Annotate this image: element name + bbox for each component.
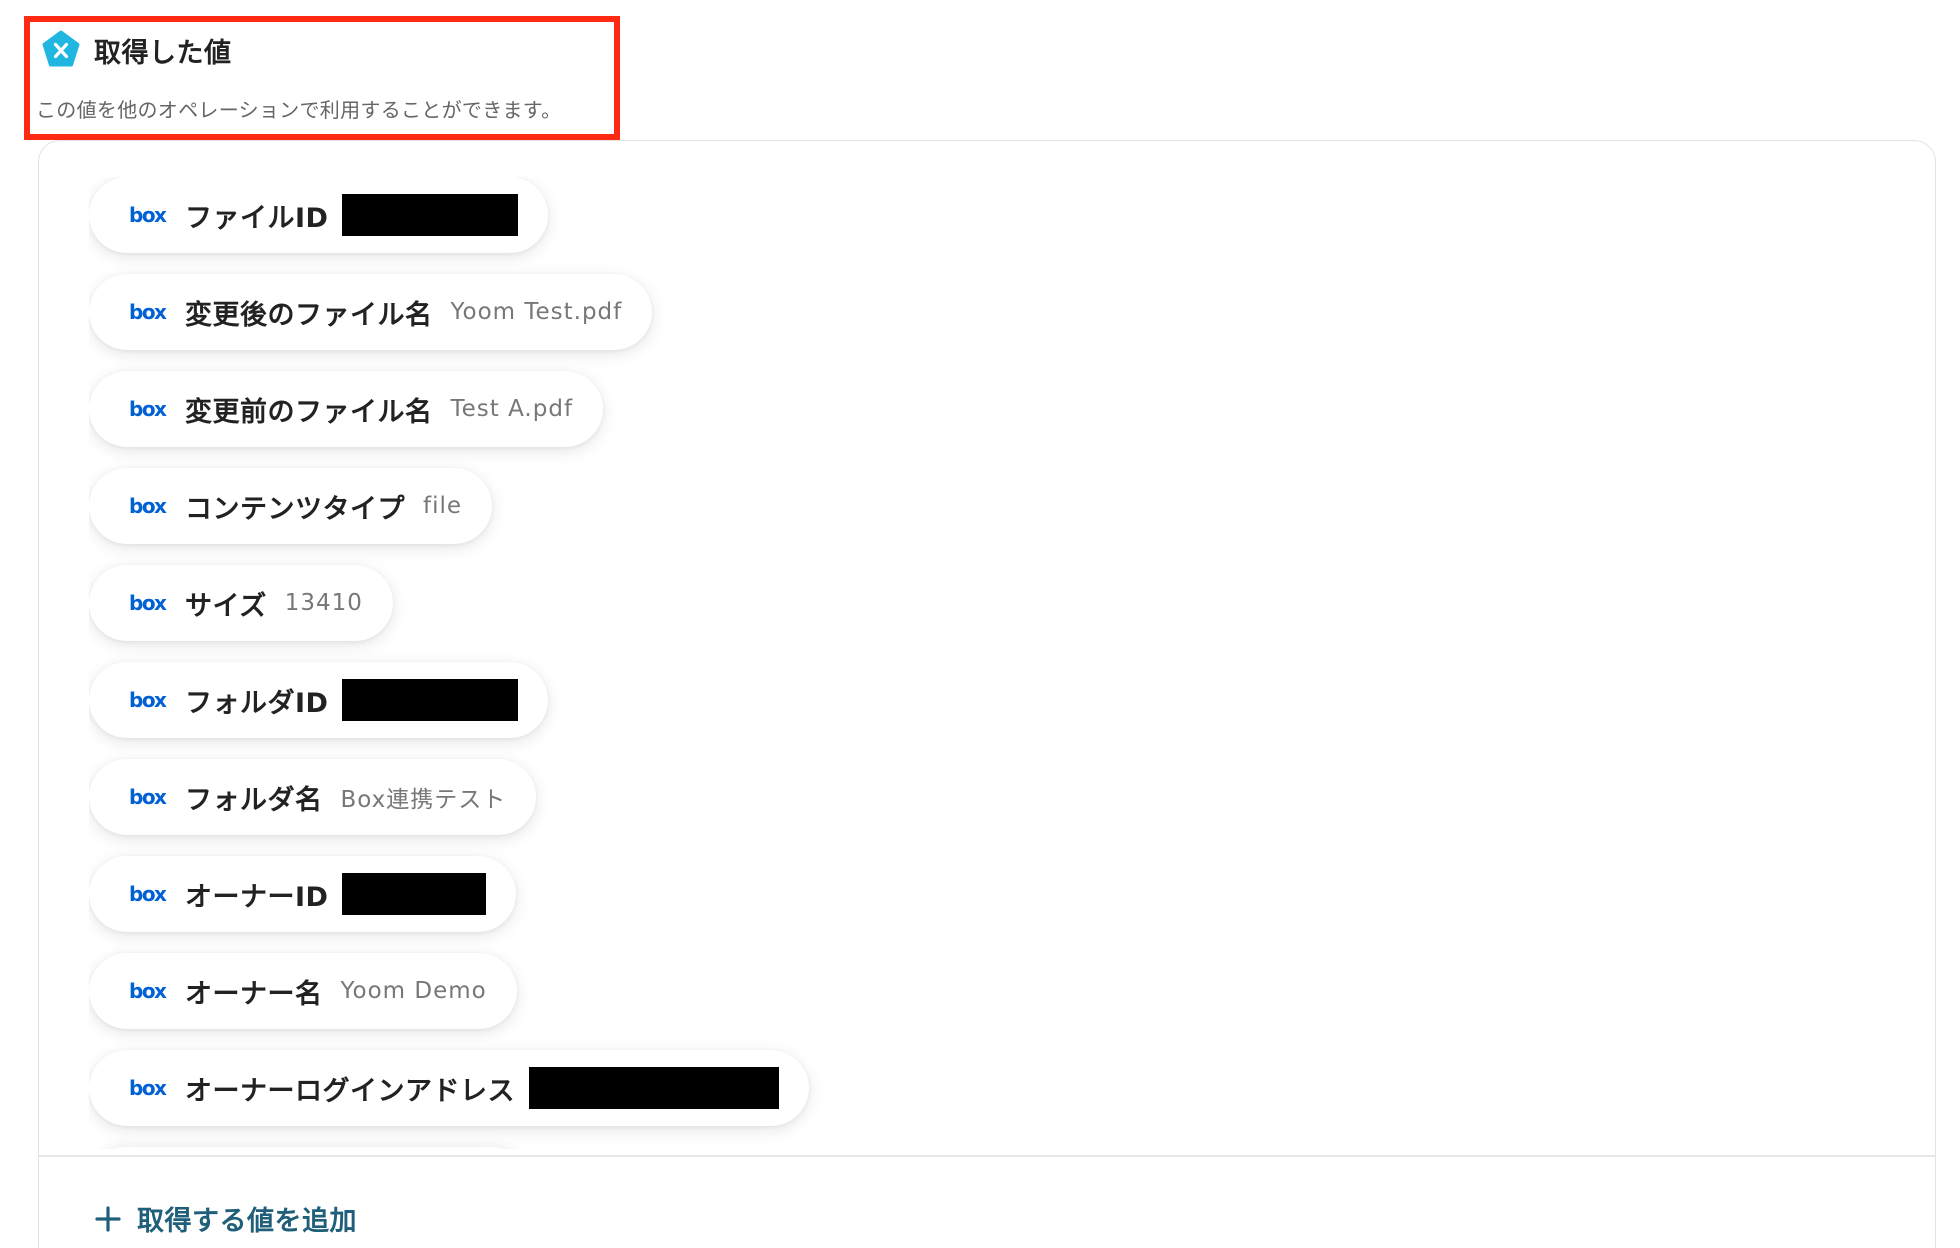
value-chip-content-type[interactable]: box コンテンツタイプ file	[89, 468, 493, 544]
svg-text:box: box	[129, 203, 167, 227]
header-title: 取得した値	[94, 37, 232, 69]
value-chip-clipped[interactable]	[89, 1147, 529, 1149]
box-logo-icon: box	[129, 397, 169, 421]
svg-text:box: box	[129, 688, 167, 712]
box-logo-icon: box	[129, 688, 169, 712]
svg-text:box: box	[129, 785, 167, 809]
plus-icon	[95, 1205, 121, 1232]
values-panel: box ファイルID box 変更後のファイル名 Yoom Test.pdf b…	[38, 140, 1936, 1248]
value-chip-size[interactable]: box サイズ 13410	[89, 565, 393, 641]
value-chip-label: オーナー名	[185, 978, 323, 1010]
box-logo-icon: box	[129, 203, 169, 227]
value-chip-file-id[interactable]: box ファイルID	[89, 177, 549, 253]
svg-text:box: box	[129, 591, 167, 615]
page: 取得した値 この値を他のオペレーションで利用することができます。 box ファイ…	[0, 0, 1960, 1248]
svg-text:box: box	[129, 1076, 167, 1100]
svg-text:box: box	[129, 300, 167, 324]
acquired-values-header: 取得した値 この値を他のオペレーションで利用することができます。	[36, 30, 616, 123]
value-chip-label: フォルダID	[185, 687, 329, 719]
box-logo-icon: box	[129, 591, 169, 615]
panel-divider	[39, 1155, 1935, 1157]
value-chip-owner-name[interactable]: box オーナー名 Yoom Demo	[89, 953, 517, 1029]
value-chip-label: 変更前のファイル名	[185, 396, 433, 428]
value-chip-label: 変更後のファイル名	[185, 299, 433, 331]
redacted-value	[529, 1067, 779, 1109]
redacted-value	[342, 873, 487, 915]
box-logo-icon: box	[129, 1076, 169, 1100]
value-chip-value: Test A.pdf	[450, 396, 574, 422]
value-chip-owner-id[interactable]: box オーナーID	[89, 856, 517, 932]
value-chip-value: 13410	[284, 590, 363, 616]
value-chip-value: file	[423, 493, 463, 519]
svg-text:box: box	[129, 882, 167, 906]
header-title-row: 取得した値	[36, 30, 616, 70]
svg-text:box: box	[129, 397, 167, 421]
box-logo-icon: box	[129, 300, 169, 324]
value-chip-value: Box連携テスト	[340, 787, 507, 813]
value-chip-list: box ファイルID box 変更後のファイル名 Yoom Test.pdf b…	[89, 177, 1889, 1149]
value-chip-folder-id[interactable]: box フォルダID	[89, 662, 549, 738]
value-chip-owner-login[interactable]: box オーナーログインアドレス	[89, 1050, 809, 1126]
value-chip-new-file-name[interactable]: box 変更後のファイル名 Yoom Test.pdf	[89, 274, 653, 350]
add-value-button[interactable]: 取得する値を追加	[93, 1199, 357, 1238]
yoom-variable-icon	[42, 30, 80, 67]
add-value-label: 取得する値を追加	[137, 1206, 357, 1237]
value-chip-value: Yoom Test.pdf	[450, 299, 623, 325]
box-logo-icon: box	[129, 979, 169, 1003]
value-chip-label: ファイルID	[185, 202, 329, 234]
svg-text:box: box	[129, 494, 167, 518]
redacted-value	[342, 679, 519, 721]
svg-text:box: box	[129, 979, 167, 1003]
redacted-value	[342, 194, 519, 236]
value-chip-label: サイズ	[185, 590, 267, 622]
value-chip-label: オーナーログインアドレス	[185, 1075, 515, 1107]
box-logo-icon: box	[129, 785, 169, 809]
box-logo-icon: box	[129, 494, 169, 518]
value-chip-label: コンテンツタイプ	[185, 493, 405, 525]
value-chip-label: フォルダ名	[185, 784, 323, 816]
value-chip-label: オーナーID	[185, 881, 329, 913]
header-description: この値を他のオペレーションで利用することができます。	[36, 98, 562, 122]
value-chip-value: Yoom Demo	[340, 978, 487, 1004]
box-logo-icon: box	[129, 882, 169, 906]
value-chip-folder-name[interactable]: box フォルダ名 Box連携テスト	[89, 759, 537, 835]
value-chip-old-file-name[interactable]: box 変更前のファイル名 Test A.pdf	[89, 371, 604, 447]
